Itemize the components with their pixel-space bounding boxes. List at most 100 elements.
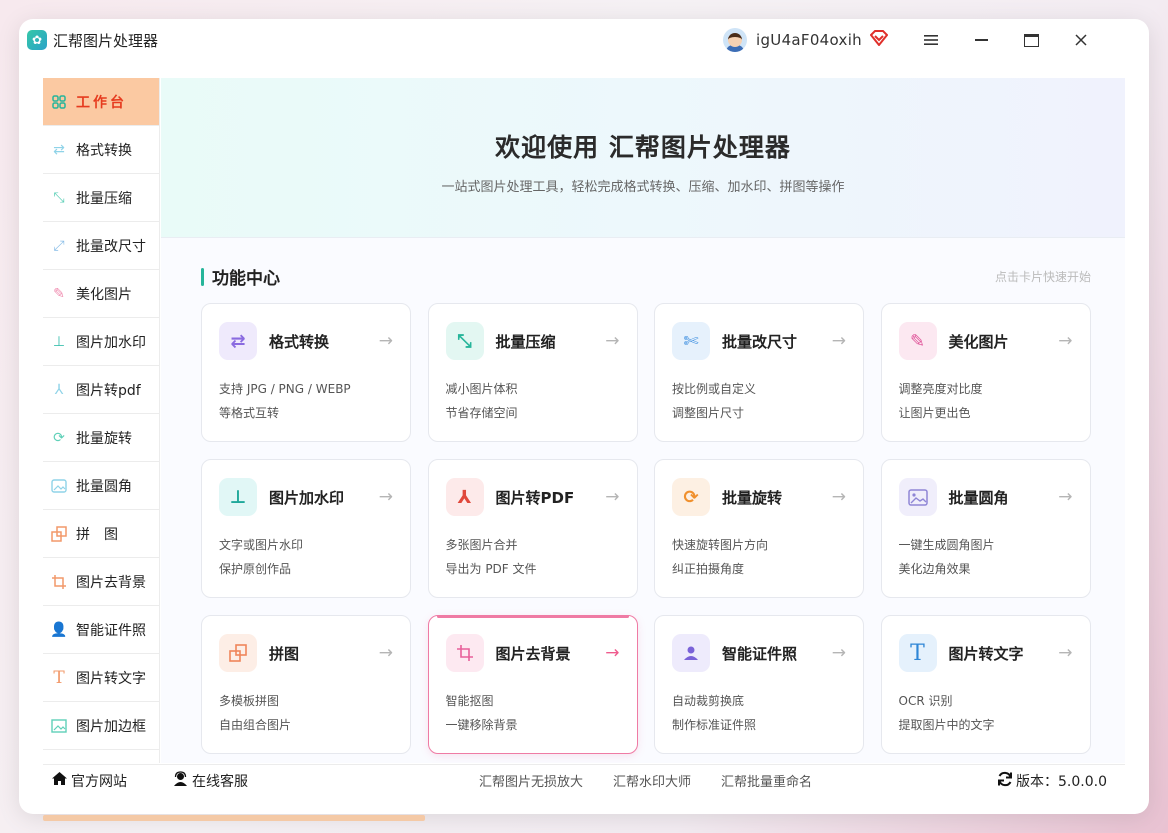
version-info[interactable]: 版本：5.0.0.0 [997, 771, 1107, 791]
pdf-icon: ⅄ [445, 478, 484, 516]
section-accent-bar [201, 267, 204, 286]
card-desc-line: 按比例或自定义 [672, 382, 757, 396]
arrow-right-icon: → [1058, 643, 1073, 663]
dashboard-icon [49, 92, 69, 112]
convert-icon: ⇄ [53, 141, 65, 158]
card-desc-line: 美化边角效果 [898, 562, 971, 576]
sidebar-item-dashboard[interactable]: 工作台 [43, 78, 159, 126]
sidebar-item-label: 智能证件照 [76, 622, 146, 639]
online-support-link[interactable]: 在线客服 [172, 770, 248, 791]
sidebar-item-label: 图片加水印 [76, 334, 146, 351]
sidebar-item-convert[interactable]: ⇄ 格式转换 [43, 126, 159, 174]
vip-diamond-icon[interactable] [869, 29, 889, 51]
sidebar-item-round-corner[interactable]: 批量圆角 [43, 462, 159, 510]
arrow-right-icon: → [378, 331, 393, 351]
sidebar-item-resize[interactable]: ⤢ 批量改尺寸 [43, 222, 159, 270]
arrow-right-icon: → [1058, 331, 1073, 351]
close-icon [1075, 34, 1087, 46]
crop-icon [49, 572, 69, 592]
minimize-button[interactable] [956, 22, 1006, 58]
collage-icon [219, 634, 257, 672]
card-desc-line: 智能抠图 [445, 694, 494, 708]
sidebar-item-id-photo[interactable]: 👤 智能证件照 [43, 606, 159, 654]
card-remove-background[interactable]: 图片去背景 → 智能抠图 一键移除背景 [427, 615, 638, 754]
watermark-icon: ⊥ [219, 478, 257, 516]
close-button[interactable] [1056, 22, 1106, 58]
official-website-link[interactable]: 官方网站 [51, 771, 127, 791]
section-header: 功能中心 点击卡片快速开始 [201, 264, 1091, 289]
card-image-to-pdf[interactable]: ⅄ 图片转PDF → 多张图片合并 导出为 PDF 文件 [427, 459, 638, 598]
username[interactable]: igU4aF04oxih [756, 31, 862, 49]
card-title: 智能证件照 [722, 644, 798, 663]
card-watermark[interactable]: ⊥ 图片加水印 → 文字或图片水印 保护原创作品 [201, 459, 411, 598]
taskbar-strip [43, 815, 425, 821]
sidebar-item-label: 批量圆角 [76, 478, 132, 495]
app-title: 汇帮图片处理器 [53, 31, 159, 50]
card-desc-line: 快速旋转图片方向 [672, 538, 769, 552]
app-logo-icon: ✿ [27, 30, 47, 50]
arrow-right-icon: → [605, 331, 620, 351]
card-batch-resize[interactable]: ✄ 批量改尺寸 → 按比例或自定义 调整图片尺寸 [654, 303, 864, 442]
resize-icon: ✄ [672, 322, 710, 360]
main-content: 欢迎使用 汇帮图片处理器 一站式图片处理工具，轻松完成格式转换、压缩、加水印、拼… [161, 78, 1125, 763]
card-desc-line: 制作标准证件照 [672, 718, 757, 732]
sidebar-item-ocr[interactable]: T 图片转文字 [43, 654, 159, 702]
link-lossless-upscale[interactable]: 汇帮图片无损放大 [479, 771, 583, 790]
card-desc-line: 多张图片合并 [445, 538, 518, 552]
card-desc-line: 减小图片体积 [445, 382, 518, 396]
link-batch-rename[interactable]: 汇帮批量重命名 [721, 771, 812, 790]
version-label: 版本：5.0.0.0 [1016, 773, 1107, 790]
card-format-convert[interactable]: ⇄ 格式转换 → 支持 JPG / PNG / WEBP 等格式互转 [201, 303, 411, 442]
card-image-to-text[interactable]: T 图片转文字 → OCR 识别 提取图片中的文字 [880, 615, 1091, 754]
sidebar-item-label: 图片去背景 [76, 574, 146, 591]
card-desc-line: 调整图片尺寸 [672, 406, 745, 420]
arrow-right-icon: → [1058, 487, 1073, 507]
compress-icon: ⤡ [445, 322, 484, 360]
link-watermark-master[interactable]: 汇帮水印大师 [613, 771, 691, 790]
arrow-right-icon: → [378, 643, 393, 663]
card-batch-compress[interactable]: ⤡ 批量压缩 → 减小图片体积 节省存储空间 [427, 303, 638, 442]
card-desc-line: 保护原创作品 [219, 562, 292, 576]
welcome-title: 欢迎使用 汇帮图片处理器 [495, 133, 791, 162]
text-icon: T [53, 667, 65, 688]
sidebar-item-collage[interactable]: 拼 图 [43, 510, 159, 558]
sidebar-item-remove-bg[interactable]: 图片去背景 [43, 558, 159, 606]
card-desc-line: 多模板拼图 [219, 694, 280, 708]
person-icon: 👤 [50, 621, 68, 638]
rotate-icon: ⟳ [53, 429, 65, 446]
sidebar-item-beautify[interactable]: ✎ 美化图片 [43, 270, 159, 318]
sidebar-item-watermark[interactable]: ⊥ 图片加水印 [43, 318, 159, 366]
person-icon [672, 634, 710, 672]
menu-button[interactable] [906, 22, 956, 58]
card-title: 图片去背景 [495, 644, 571, 663]
card-desc-line: 导出为 PDF 文件 [445, 562, 537, 576]
card-title: 批量改尺寸 [722, 332, 798, 351]
maximize-button[interactable] [1006, 22, 1056, 58]
sidebar-item-label: 图片转文字 [76, 670, 146, 687]
online-support-label: 在线客服 [192, 773, 248, 790]
sidebar-item-compress[interactable]: ⤡ 批量压缩 [43, 174, 159, 222]
section-title: 功能中心 [212, 269, 280, 289]
user-avatar[interactable] [723, 28, 747, 52]
card-batch-rotate[interactable]: ⟳ 批量旋转 → 快速旋转图片方向 纠正拍摄角度 [654, 459, 864, 598]
card-beautify[interactable]: ✎ 美化图片 → 调整亮度对比度 让图片更出色 [880, 303, 1091, 442]
card-desc-line: 调整亮度对比度 [898, 382, 983, 396]
card-id-photo[interactable]: 智能证件照 → 自动裁剪换底 制作标准证件照 [654, 615, 864, 754]
sidebar-item-frame[interactable]: 图片加边框 [43, 702, 159, 750]
sidebar-item-pdf[interactable]: ⅄ 图片转pdf [43, 366, 159, 414]
sidebar-item-label: 图片转pdf [76, 382, 141, 399]
refresh-icon [997, 771, 1013, 791]
hamburger-icon [924, 35, 938, 45]
welcome-subtitle: 一站式图片处理工具，轻松完成格式转换、压缩、加水印、拼图等操作 [441, 180, 845, 195]
card-round-corner[interactable]: 批量圆角 → 一键生成圆角图片 美化边角效果 [880, 459, 1091, 598]
collage-icon [49, 524, 69, 544]
card-collage[interactable]: 拼图 → 多模板拼图 自由组合图片 [201, 615, 411, 754]
image-icon [898, 478, 937, 516]
section-hint: 点击卡片快速开始 [994, 270, 1091, 284]
home-icon [51, 771, 68, 790]
sidebar-item-rotate[interactable]: ⟳ 批量旋转 [43, 414, 159, 462]
card-title: 批量压缩 [495, 332, 556, 351]
card-title: 图片加水印 [269, 488, 345, 507]
product-links: 汇帮图片无损放大 汇帮水印大师 汇帮批量重命名 [479, 771, 842, 790]
card-desc-line: 支持 JPG / PNG / WEBP [219, 382, 351, 396]
